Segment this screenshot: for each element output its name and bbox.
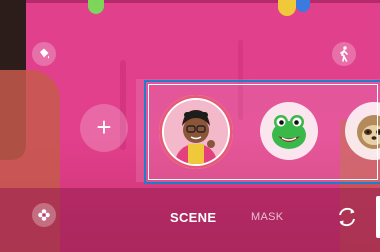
necklace-bead	[88, 0, 104, 14]
tab-mask[interactable]: MASK	[251, 211, 283, 223]
tab-scene[interactable]: SCENE	[170, 210, 216, 225]
flower-icon	[38, 209, 50, 221]
selection-highlight-inner	[148, 84, 378, 180]
paint-bucket-icon	[40, 48, 50, 59]
walking-person-icon	[340, 46, 348, 62]
necklace-bead	[278, 0, 296, 16]
paint-bucket-button[interactable]	[32, 42, 56, 66]
camera-preview: + SCENE MASK	[0, 0, 380, 252]
necklace-bead	[296, 0, 310, 12]
body-tracking-button[interactable]	[332, 42, 356, 66]
top-edge	[0, 0, 380, 3]
switch-camera-button[interactable]	[334, 204, 360, 230]
switch-camera-icon	[339, 207, 355, 227]
effects-button[interactable]	[32, 203, 56, 227]
add-emoji-button[interactable]: +	[80, 104, 128, 152]
edge-handle	[376, 196, 380, 238]
plus-icon: +	[96, 111, 112, 142]
